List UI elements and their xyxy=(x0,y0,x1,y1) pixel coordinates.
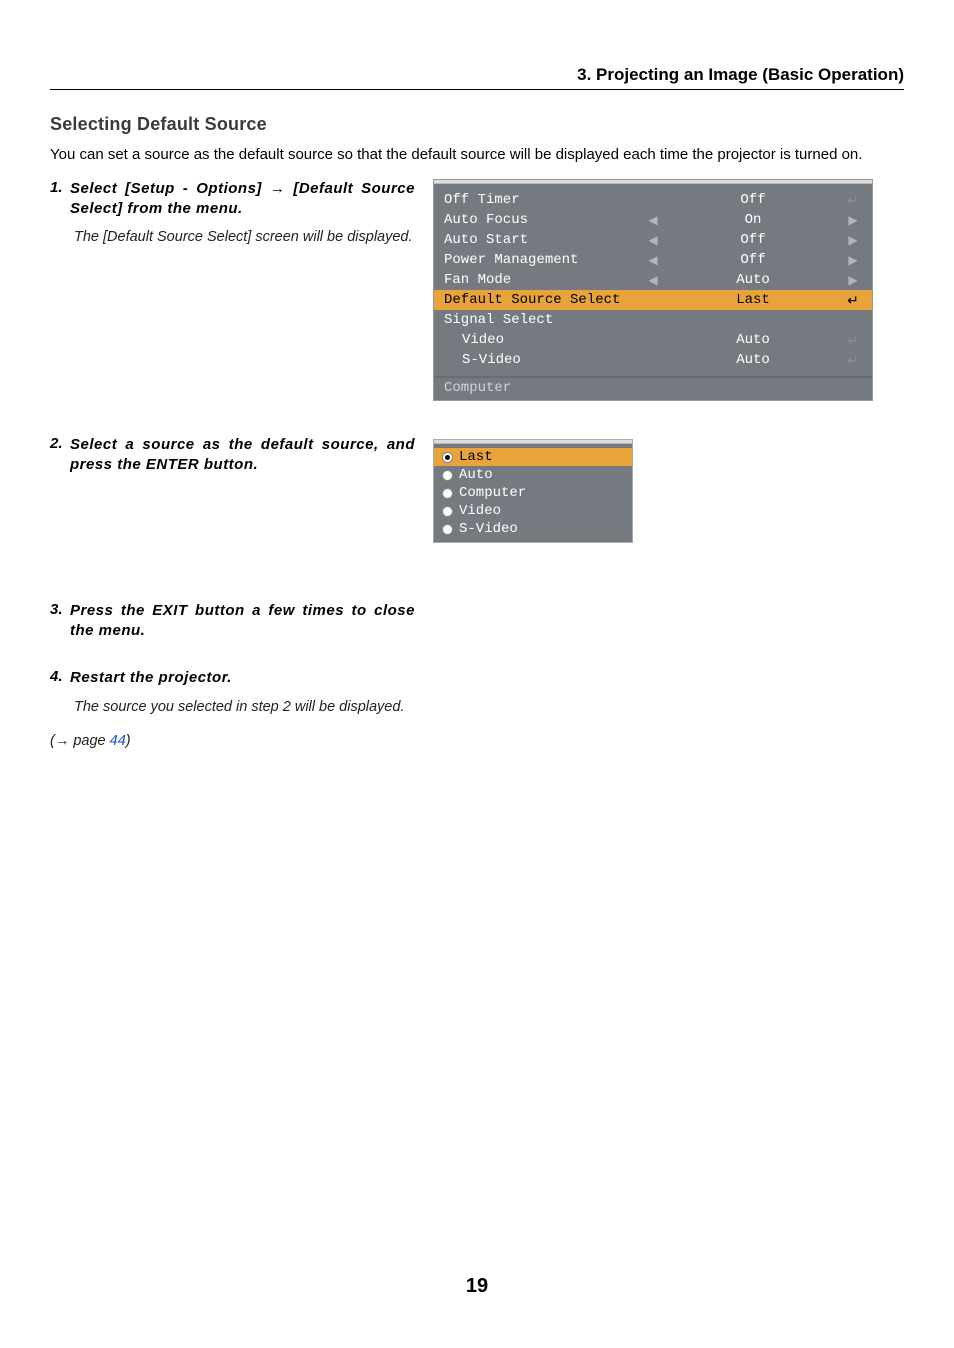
osd-row: Auto Start◀Off▶ xyxy=(434,230,872,250)
enter-icon: ↵ xyxy=(844,333,862,347)
osd-row-label: S-Video xyxy=(444,353,644,367)
intro-paragraph: You can set a source as the default sour… xyxy=(50,145,904,165)
osd-row-value: Auto xyxy=(662,333,844,347)
osd-row-label: Power Management xyxy=(444,253,644,267)
radio-icon xyxy=(442,470,453,481)
osd-row-label: Signal Select xyxy=(444,313,644,327)
chevron-right-icon: ▶ xyxy=(844,234,862,246)
page-header: 3. Projecting an Image (Basic Operation) xyxy=(50,65,904,90)
osd-row-label: Auto Start xyxy=(444,233,644,247)
pageref-number[interactable]: 44 xyxy=(110,733,126,749)
osd-row-value: Last xyxy=(662,293,844,307)
popup-body: Last Auto Computer Video S-Video xyxy=(434,444,632,542)
osd-row-value: Off xyxy=(662,253,844,267)
osd-row: Default Source Select Last↵ xyxy=(434,290,872,310)
popup-option-label: Video xyxy=(459,503,501,519)
osd-row: Auto Focus◀On▶ xyxy=(434,210,872,230)
radio-icon xyxy=(442,524,453,535)
osd-screenshot: Off TimerOff↵Auto Focus◀On▶Auto Start◀Of… xyxy=(433,179,904,401)
step2-row: 2. Select a source as the default source… xyxy=(50,435,904,543)
page-number: 19 xyxy=(0,1275,954,1298)
chevron-right-icon: ▶ xyxy=(844,274,862,286)
osd-row: Video Auto↵ xyxy=(434,330,872,350)
osd-row-value: On xyxy=(662,213,844,227)
osd-options-menu: Off TimerOff↵Auto Focus◀On▶Auto Start◀Of… xyxy=(433,179,873,401)
arrow-icon: → xyxy=(270,180,286,197)
popup-option: Last xyxy=(434,448,632,466)
step-instruction: Restart the projector. xyxy=(70,668,232,688)
step-instruction: Select [Setup - Options] → [Default Sour… xyxy=(70,179,415,218)
pageref-prefix: (→ page xyxy=(50,733,110,749)
popup-option: Video xyxy=(434,502,632,520)
step2-text: 2. Select a source as the default source… xyxy=(50,435,415,543)
radio-icon xyxy=(442,506,453,517)
osd-row: Power Management◀Off▶ xyxy=(434,250,872,270)
popup-option: S-Video xyxy=(434,520,632,538)
chevron-left-icon: ◀ xyxy=(644,234,662,246)
step-instruction: Press the EXIT button a few times to clo… xyxy=(70,601,415,640)
osd-row-value: Off xyxy=(662,233,844,247)
osd-footer: Computer xyxy=(434,376,872,400)
popup-option-label: Computer xyxy=(459,485,526,501)
radio-icon xyxy=(442,488,453,499)
chevron-left-icon: ◀ xyxy=(644,274,662,286)
osd-popup-screenshot: Last Auto Computer Video S-Video xyxy=(433,435,904,543)
step-note: The [Default Source Select] screen will … xyxy=(74,228,415,248)
osd-row: Signal Select xyxy=(434,310,872,330)
enter-icon: ↵ xyxy=(844,293,862,307)
popup-option-label: Last xyxy=(459,449,493,465)
step-number: 4. xyxy=(50,668,70,688)
osd-row: S-Video Auto↵ xyxy=(434,350,872,370)
osd-footer-label: Computer xyxy=(444,381,511,395)
section-heading: Selecting Default Source xyxy=(50,114,904,135)
step-number: 3. xyxy=(50,601,70,640)
chevron-left-icon: ◀ xyxy=(644,214,662,226)
osd-body: Off TimerOff↵Auto Focus◀On▶Auto Start◀Of… xyxy=(434,184,872,376)
osd-row: Off Timer Off↵ xyxy=(434,190,872,210)
osd-row-label: Auto Focus xyxy=(444,213,644,227)
manual-page: 3. Projecting an Image (Basic Operation)… xyxy=(0,0,954,1348)
popup-option: Auto xyxy=(434,466,632,484)
pageref-suffix: ) xyxy=(126,733,131,749)
enter-icon: ↵ xyxy=(844,193,862,207)
radio-icon xyxy=(442,452,453,463)
chevron-right-icon: ▶ xyxy=(844,254,862,266)
step1-part-a: Select [Setup - Options] xyxy=(70,180,270,197)
popup-option-label: S-Video xyxy=(459,521,518,537)
enter-icon: ↵ xyxy=(844,353,862,367)
step1-text: 1. Select [Setup - Options] → [Default S… xyxy=(50,179,415,401)
step-number: 2. xyxy=(50,435,70,474)
step-number: 1. xyxy=(50,179,70,218)
page-reference: (→ page 44) xyxy=(50,733,904,749)
step1-row: 1. Select [Setup - Options] → [Default S… xyxy=(50,179,904,401)
chevron-left-icon: ◀ xyxy=(644,254,662,266)
osd-row-label: Default Source Select xyxy=(444,293,644,307)
osd-row-label: Video xyxy=(444,333,644,347)
step-instruction: Select a source as the default source, a… xyxy=(70,435,415,474)
chapter-title: 3. Projecting an Image (Basic Operation) xyxy=(50,65,904,85)
osd-row-label: Fan Mode xyxy=(444,273,644,287)
osd-row-value: Off xyxy=(662,193,844,207)
chevron-right-icon: ▶ xyxy=(844,214,862,226)
osd-row: Fan Mode◀Auto▶ xyxy=(434,270,872,290)
osd-row-value: Auto xyxy=(662,353,844,367)
default-source-popup: Last Auto Computer Video S-Video xyxy=(433,439,633,543)
step3-text: 3. Press the EXIT button a few times to … xyxy=(50,601,415,640)
popup-option-label: Auto xyxy=(459,467,493,483)
step4-text: 4. Restart the projector. The source you… xyxy=(50,668,415,717)
osd-row-value: Auto xyxy=(662,273,844,287)
popup-option: Computer xyxy=(434,484,632,502)
step-note: The source you selected in step 2 will b… xyxy=(74,698,415,718)
osd-row-label: Off Timer xyxy=(444,193,644,207)
